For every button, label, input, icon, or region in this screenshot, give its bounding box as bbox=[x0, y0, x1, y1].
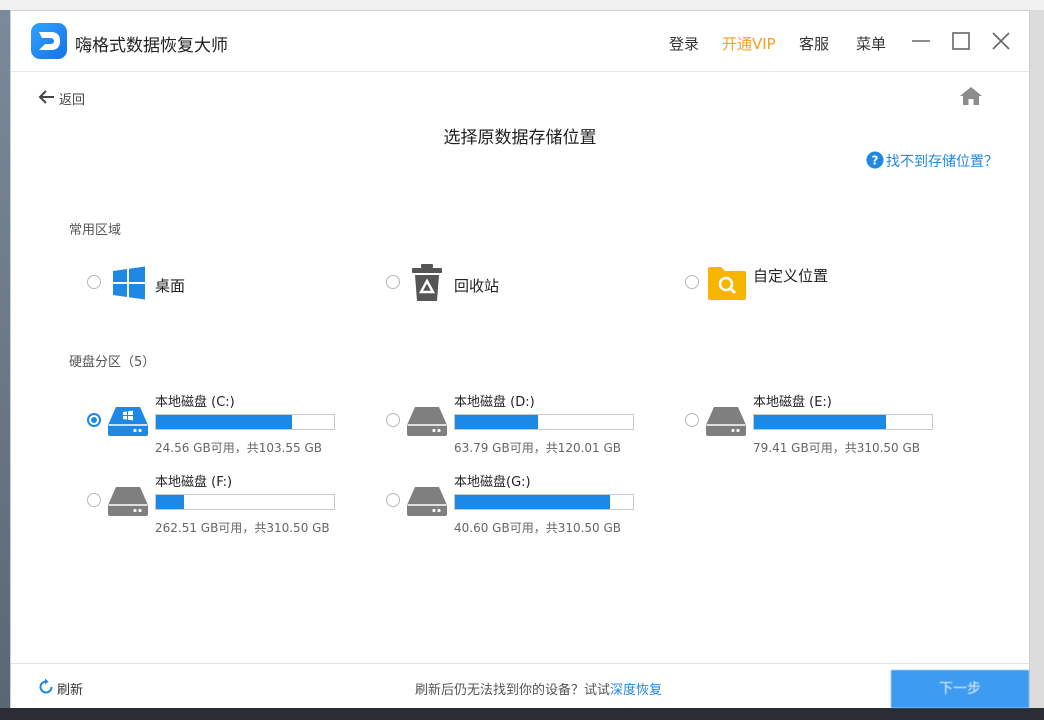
footer-message: 刷新后仍无法找到你的设备？试试深度恢复 bbox=[415, 679, 662, 698]
drive-capacity-info: 262.51 GB可用，共310.50 GB bbox=[155, 521, 330, 535]
hard-disk-icon bbox=[108, 407, 148, 436]
drive-radio[interactable] bbox=[386, 493, 400, 507]
maximize-icon bbox=[952, 32, 970, 50]
drive-name: 本地磁盘 (C:) bbox=[155, 395, 235, 410]
help-link[interactable]: ? 找不到存储位置？ bbox=[866, 151, 998, 170]
recycle-bin-label: 回收站 bbox=[454, 277, 500, 295]
option-desktop[interactable]: 桌面 bbox=[87, 261, 307, 305]
background-taskbar bbox=[0, 708, 1044, 720]
close-icon bbox=[992, 32, 1010, 50]
title-bar: 嗨格式数据恢复大师 登录 开通VIP 客服 菜单 bbox=[11, 11, 1029, 72]
background-window-right bbox=[1030, 10, 1044, 710]
app-title: 嗨格式数据恢复大师 bbox=[75, 36, 228, 56]
page-title: 选择原数据存储位置 bbox=[443, 128, 597, 148]
drive-option[interactable]: 本地磁盘 (F:) 262.51 GB可用，共310.50 GB bbox=[87, 471, 367, 535]
refresh-button[interactable]: 刷新 bbox=[37, 678, 83, 698]
drive-usage-bar bbox=[454, 494, 634, 510]
drive-name: 本地磁盘 (E:) bbox=[753, 395, 832, 410]
drive-radio[interactable] bbox=[87, 493, 101, 507]
desktop-label: 桌面 bbox=[155, 277, 186, 295]
drive-capacity-info: 40.60 GB可用，共310.50 GB bbox=[454, 521, 622, 535]
folder-search-icon bbox=[708, 267, 746, 300]
close-button[interactable] bbox=[987, 27, 1015, 55]
footer-bar: 刷新 刷新后仍无法找到你的设备？试试深度恢复 下一步 bbox=[11, 663, 1029, 708]
drive-usage-bar bbox=[454, 414, 634, 430]
option-recycle-bin[interactable]: 回收站 bbox=[386, 261, 606, 305]
drive-option[interactable]: 本地磁盘 (C:) 24.56 GB可用，共103.55 GB bbox=[87, 391, 367, 455]
login-link[interactable]: 登录 bbox=[669, 33, 699, 54]
background-desktop-left bbox=[0, 10, 10, 710]
custom-location-radio[interactable] bbox=[685, 275, 699, 289]
question-icon: ? bbox=[866, 151, 884, 169]
refresh-icon bbox=[39, 678, 53, 694]
minimize-button[interactable] bbox=[907, 27, 935, 55]
refresh-label: 刷新 bbox=[57, 683, 84, 698]
drive-radio[interactable] bbox=[386, 413, 400, 427]
drive-usage-bar bbox=[155, 414, 335, 430]
custom-location-label: 自定义位置 bbox=[753, 267, 829, 285]
drive-name: 本地磁盘 (F:) bbox=[155, 475, 233, 490]
recycle-bin-icon bbox=[412, 264, 442, 301]
drive-usage-fill bbox=[455, 495, 610, 509]
option-custom-location[interactable]: 自定义位置 bbox=[685, 261, 905, 305]
back-button[interactable]: 返回 bbox=[37, 87, 85, 108]
arrow-left-icon bbox=[38, 90, 54, 104]
drive-option[interactable]: 本地磁盘 (E:) 79.41 GB可用，共310.50 GB bbox=[685, 391, 965, 455]
app-logo-icon bbox=[31, 23, 67, 59]
desktop-radio[interactable] bbox=[87, 275, 101, 289]
hard-disk-icon bbox=[407, 487, 447, 516]
drive-partitions-label: 硬盘分区（5） bbox=[69, 355, 156, 370]
drive-capacity-info: 63.79 GB可用，共120.01 GB bbox=[454, 441, 622, 455]
svg-text:?: ? bbox=[872, 154, 879, 168]
next-button[interactable]: 下一步 bbox=[891, 670, 1029, 708]
help-link-label: 找不到存储位置？ bbox=[886, 154, 998, 170]
common-area-label: 常用区域 bbox=[69, 223, 122, 238]
drive-usage-fill bbox=[156, 495, 184, 509]
customer-service-link[interactable]: 客服 bbox=[799, 33, 829, 54]
drive-usage-fill bbox=[156, 415, 292, 429]
back-label: 返回 bbox=[59, 93, 86, 108]
minimize-icon bbox=[912, 40, 930, 42]
drive-name: 本地磁盘 (D:) bbox=[454, 395, 535, 410]
drive-capacity-info: 24.56 GB可用，共103.55 GB bbox=[155, 441, 323, 455]
maximize-button[interactable] bbox=[947, 27, 975, 55]
vip-link[interactable]: 开通VIP bbox=[722, 33, 776, 54]
drive-name: 本地磁盘(G:) bbox=[454, 475, 531, 490]
windows-icon bbox=[113, 266, 145, 300]
footer-message-text: 刷新后仍无法找到你的设备？试试 bbox=[415, 683, 611, 698]
drive-capacity-info: 79.41 GB可用，共310.50 GB bbox=[753, 441, 921, 455]
drive-usage-bar bbox=[155, 494, 335, 510]
home-button[interactable] bbox=[959, 85, 983, 107]
hard-disk-icon bbox=[407, 407, 447, 436]
drive-radio[interactable] bbox=[87, 413, 101, 427]
hard-disk-icon bbox=[706, 407, 746, 436]
drive-radio[interactable] bbox=[685, 413, 699, 427]
recycle-bin-radio[interactable] bbox=[386, 275, 400, 289]
drive-usage-bar bbox=[753, 414, 933, 430]
hard-disk-icon bbox=[108, 487, 148, 516]
drive-usage-fill bbox=[455, 415, 539, 429]
drive-option[interactable]: 本地磁盘 (D:) 63.79 GB可用，共120.01 GB bbox=[386, 391, 666, 455]
menu-link[interactable]: 菜单 bbox=[856, 33, 886, 54]
home-icon bbox=[960, 87, 982, 105]
deep-recovery-link[interactable]: 深度恢复 bbox=[610, 683, 662, 698]
app-window: 嗨格式数据恢复大师 登录 开通VIP 客服 菜单 返回 选择原数据存储位置 ? … bbox=[10, 10, 1030, 708]
drive-option[interactable]: 本地磁盘(G:) 40.60 GB可用，共310.50 GB bbox=[386, 471, 666, 535]
drive-usage-fill bbox=[754, 415, 887, 429]
